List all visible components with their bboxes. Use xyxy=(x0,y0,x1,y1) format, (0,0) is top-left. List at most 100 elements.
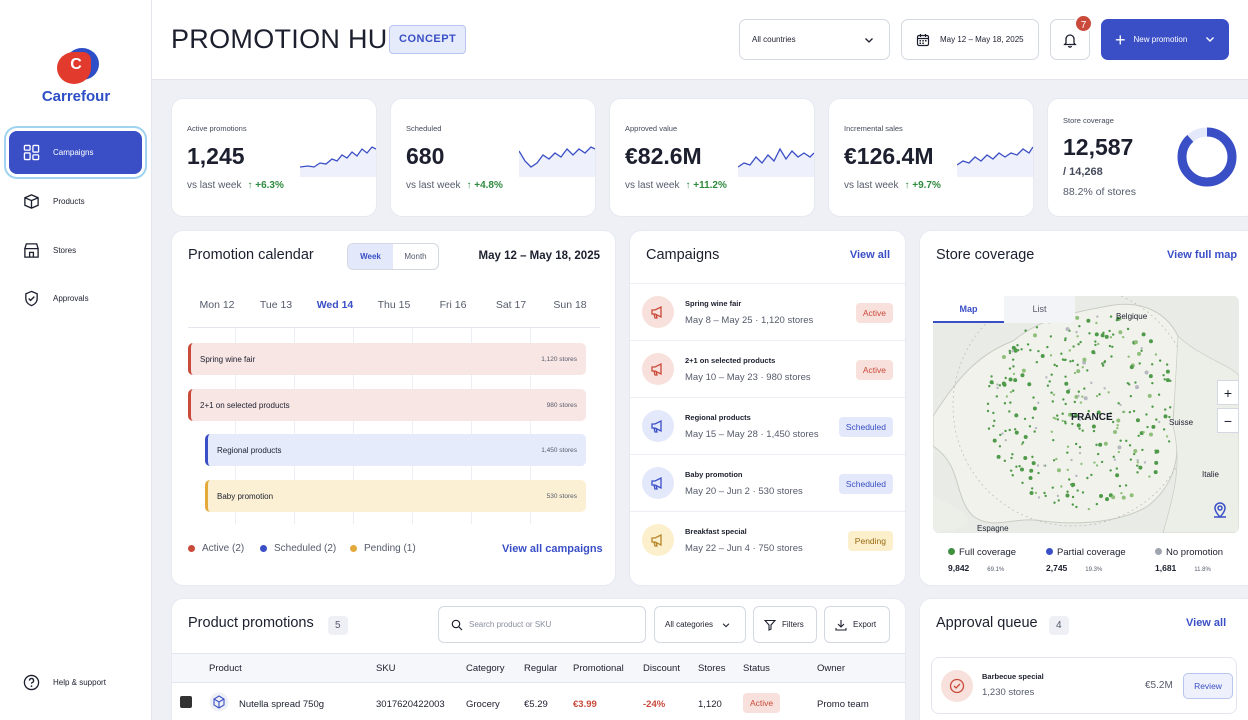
legend-pending: Pending (1) xyxy=(350,543,416,554)
store-dot xyxy=(1050,373,1053,376)
view-all-campaigns-link[interactable]: View all campaigns xyxy=(502,543,603,555)
store-dot xyxy=(1079,340,1082,344)
store-dot xyxy=(1011,358,1015,361)
store-dot xyxy=(1086,369,1089,372)
store-dot xyxy=(1028,475,1033,480)
column-header[interactable]: Owner xyxy=(817,663,845,674)
zoom-out-button[interactable]: − xyxy=(1217,408,1239,433)
kpi-card-store-coverage[interactable]: Store coverage 12,587 / 14,268 88.2% of … xyxy=(1047,98,1248,217)
column-header[interactable]: SKU xyxy=(376,663,396,674)
store-dot xyxy=(1037,471,1040,475)
sidebar-item-products[interactable]: Products xyxy=(9,180,142,223)
column-header[interactable]: Status xyxy=(743,663,770,674)
store-dot xyxy=(1052,459,1056,462)
column-header[interactable]: Discount xyxy=(643,663,680,674)
sidebar-item-help[interactable]: Help & support xyxy=(9,661,142,704)
store-dot xyxy=(1162,428,1166,431)
calendar-bar[interactable]: Baby promotion 530 stores xyxy=(205,480,586,512)
column-header[interactable]: Stores xyxy=(698,663,725,674)
view-full-map-link[interactable]: View full map xyxy=(1167,249,1237,261)
view-month-button[interactable]: Month xyxy=(393,244,438,269)
store-dot xyxy=(1101,362,1104,365)
legend-active: Active (2) xyxy=(188,543,244,554)
status-badge: Scheduled xyxy=(838,417,893,437)
store-dot xyxy=(1111,345,1114,349)
store-dot xyxy=(1031,416,1035,419)
kpi-foot: vs last week ↑ +6.3% xyxy=(187,180,284,191)
zoom-in-button[interactable]: + xyxy=(1217,380,1239,405)
store-dot xyxy=(1043,491,1046,495)
store-dot xyxy=(1008,367,1012,370)
store-dot xyxy=(1078,427,1081,430)
kpi-card-approved-value[interactable]: Approved value €82.6M vs last week ↑ +11.… xyxy=(609,98,815,217)
store-dot xyxy=(1121,495,1126,500)
campaigns-view-all-link[interactable]: View all xyxy=(850,249,890,261)
owner: Promo team xyxy=(817,699,869,710)
store-dot xyxy=(1071,503,1075,506)
sidebar-item-campaigns[interactable]: Campaigns xyxy=(9,131,142,174)
campaign-row[interactable]: Breakfast special May 22 – Jun 4 · 750 s… xyxy=(630,511,905,568)
store-dot xyxy=(992,424,995,428)
store-dot xyxy=(1030,487,1034,490)
campaign-row[interactable]: Regional products May 15 – May 28 · 1,45… xyxy=(630,397,905,454)
category-select[interactable]: All categories xyxy=(654,606,746,643)
store-dot xyxy=(1132,452,1136,456)
store-dot xyxy=(1148,339,1153,344)
store-dot xyxy=(1003,402,1007,405)
campaign-row[interactable]: Baby promotion May 20 – Jun 2 · 530 stor… xyxy=(630,454,905,511)
store-dot xyxy=(1108,344,1112,348)
export-button[interactable]: Export xyxy=(824,606,890,643)
store-dot xyxy=(1008,377,1013,382)
bell-icon xyxy=(1063,33,1077,48)
column-header[interactable]: Product xyxy=(209,663,242,674)
store-dot xyxy=(1151,405,1154,408)
kpi-delta: ↑ +4.8% xyxy=(466,180,503,191)
store-dot xyxy=(1079,401,1083,404)
kpi-label: Scheduled xyxy=(406,124,442,133)
date-range-button[interactable]: May 12 – May 18, 2025 xyxy=(901,19,1039,60)
store-dot xyxy=(1117,402,1120,405)
approvals-view-all-link[interactable]: View all xyxy=(1186,617,1226,629)
view-week-button[interactable]: Week xyxy=(348,244,393,269)
store-dot xyxy=(1075,330,1078,334)
kpi-value: 12,587 xyxy=(1063,134,1134,160)
store-dot xyxy=(1043,464,1046,467)
tab-map[interactable]: Map xyxy=(933,296,1004,323)
sidebar-item-stores[interactable]: Stores xyxy=(9,229,142,272)
store-dot xyxy=(1012,365,1015,368)
brand-logo[interactable]: C Carrefour xyxy=(0,48,152,105)
product-search-input[interactable]: Search product or SKU xyxy=(438,606,646,643)
filters-button[interactable]: Filters xyxy=(753,606,817,643)
review-button[interactable]: Review xyxy=(1183,673,1233,699)
locate-pin-icon[interactable] xyxy=(1210,500,1230,520)
calendar-bar[interactable]: Regional products 1,450 stores xyxy=(205,434,586,466)
calendar-bar[interactable]: 2+1 on selected products 980 stores xyxy=(188,389,586,421)
day-header: Tue 13 xyxy=(259,299,293,311)
store-dot xyxy=(1121,335,1125,339)
campaign-row[interactable]: Spring wine fair May 8 – May 25 · 1,120 … xyxy=(630,283,905,340)
store-dot xyxy=(1029,349,1032,352)
kpi-card-incremental-sales[interactable]: Incremental sales €126.4M vs last week ↑ … xyxy=(828,98,1034,217)
sidebar-item-approvals[interactable]: Approvals xyxy=(9,277,142,320)
column-header[interactable]: Regular xyxy=(524,663,557,674)
store-dot xyxy=(1008,351,1012,355)
campaign-meta: May 10 – May 23 · 980 stores xyxy=(685,372,811,383)
store-dot xyxy=(1141,448,1144,452)
product-category: Grocery xyxy=(466,699,500,710)
new-promotion-button[interactable]: + New promotion xyxy=(1101,19,1229,60)
store-dot xyxy=(1132,409,1136,413)
calendar-bar[interactable]: Spring wine fair 1,120 stores xyxy=(188,343,586,375)
coverage-map[interactable]: Map List Belgique FRANCE Suisse Italie E… xyxy=(933,296,1239,533)
approval-item[interactable]: Barbecue special 1,230 stores €5.2M Revi… xyxy=(931,657,1237,714)
column-header[interactable]: Promotional xyxy=(573,663,624,674)
kpi-card-scheduled[interactable]: Scheduled 680 vs last week ↑ +4.8% xyxy=(390,98,596,217)
tab-list[interactable]: List xyxy=(1004,296,1075,323)
store-dot xyxy=(1031,461,1036,466)
store-dot xyxy=(1109,335,1113,339)
row-checkbox[interactable] xyxy=(180,696,192,708)
store-dot xyxy=(1165,369,1170,374)
column-header[interactable]: Category xyxy=(466,663,505,674)
country-select[interactable]: All countries xyxy=(739,19,890,60)
kpi-card-active[interactable]: Active promotions 1,245 vs last week ↑ +6… xyxy=(171,98,377,217)
campaign-row[interactable]: 2+1 on selected products May 10 – May 23… xyxy=(630,340,905,397)
